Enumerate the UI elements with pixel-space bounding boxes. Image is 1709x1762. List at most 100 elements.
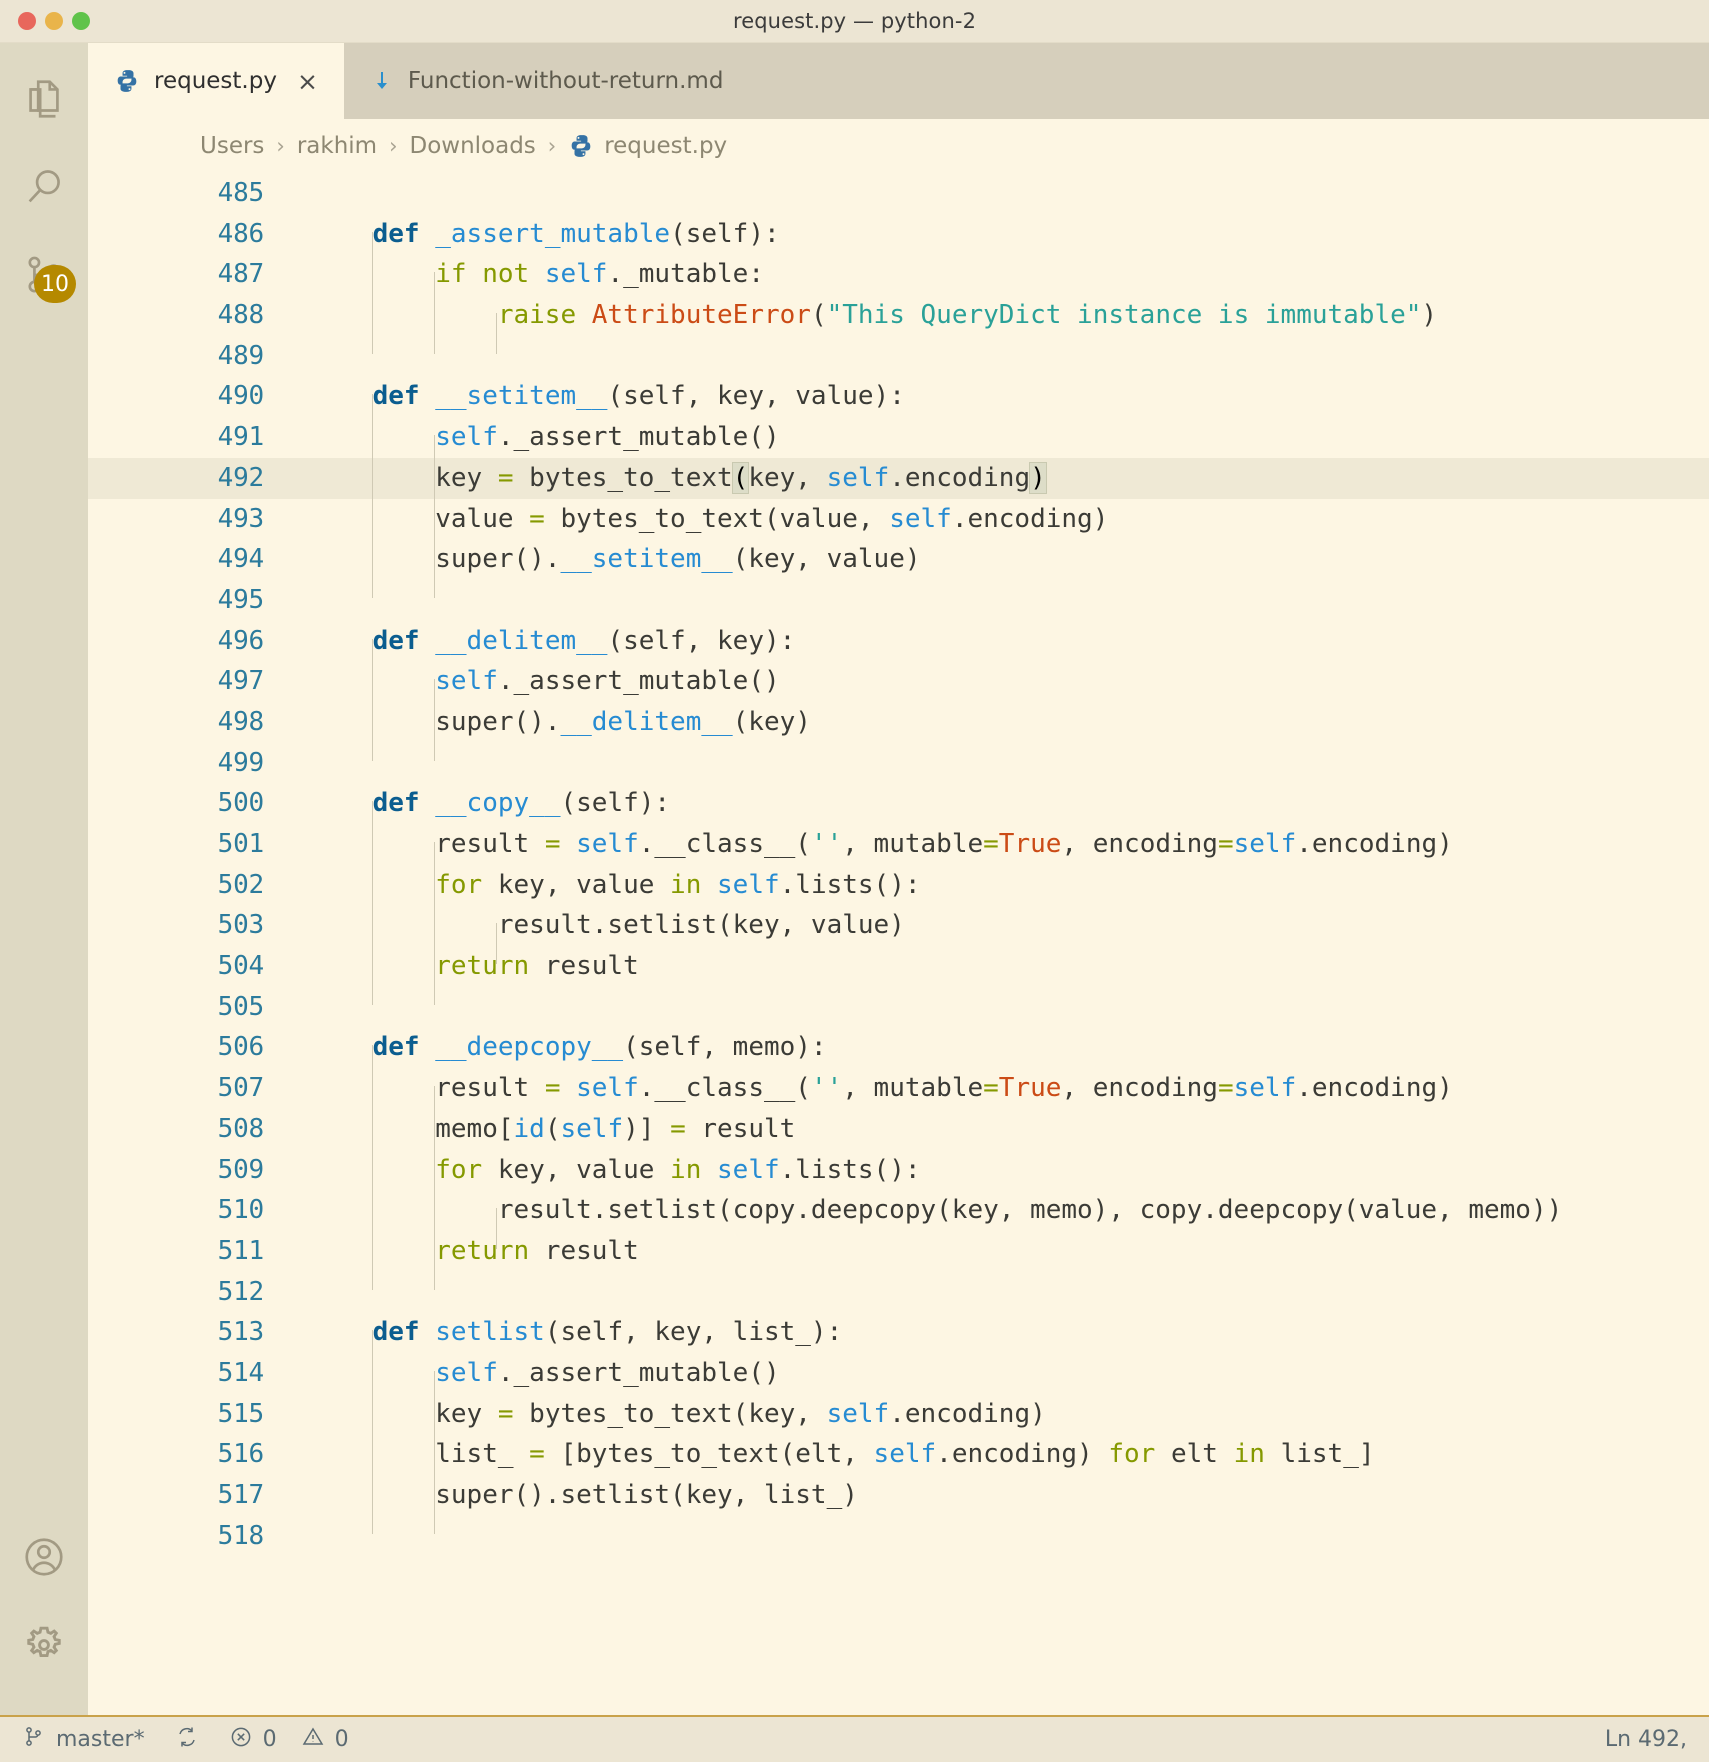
code-token: .encoding)	[1296, 1073, 1453, 1104]
line-number: 493	[217, 503, 265, 534]
code-line[interactable]: 504 return result	[88, 946, 1709, 1006]
code-line[interactable]: 510 result.setlist(copy.deepcopy(key, me…	[88, 1190, 1709, 1250]
code-token: key,	[748, 462, 827, 493]
code-token: self	[560, 1113, 624, 1144]
code-line[interactable]: 486 def _assert_mutable(self):	[88, 214, 1709, 273]
code-token: AttributeError	[591, 300, 811, 331]
line-number: 516	[217, 1439, 265, 1470]
activity-item-search[interactable]	[0, 143, 88, 231]
code-line[interactable]: 494 super().__setitem__(key, value)	[88, 539, 1709, 599]
line-number: 514	[217, 1357, 265, 1388]
code-line[interactable]: 516 list_ = [bytes_to_text(elt, self.enc…	[88, 1434, 1709, 1494]
code-line[interactable]: 499	[88, 743, 1709, 784]
code-line[interactable]: 502 for key, value in self.lists():	[88, 865, 1709, 924]
tab-request-py[interactable]: request.py ×	[88, 43, 344, 119]
code-token: )	[1421, 300, 1438, 331]
line-number: 510	[217, 1195, 265, 1226]
code-token: (key)	[732, 706, 811, 737]
code-token: list_]	[1264, 1439, 1375, 1470]
line-number: 504	[217, 951, 265, 982]
code-line[interactable]: 511 return result	[88, 1231, 1709, 1290]
window-controls	[18, 12, 90, 30]
code-line[interactable]: 498 super().__delitem__(key)	[88, 702, 1709, 761]
code-line[interactable]: 514 self._assert_mutable()	[88, 1353, 1709, 1412]
code-line[interactable]: 517 super().setlist(key, list_)	[88, 1475, 1709, 1534]
status-cursor-position[interactable]: Ln 492,	[1605, 1727, 1687, 1752]
title-bar: request.py — python-2	[0, 0, 1709, 43]
window-title: request.py — python-2	[732, 9, 977, 33]
code-token: super().	[435, 544, 561, 575]
code-token: bytes_to_text(key,	[513, 1398, 827, 1429]
code-line-content: result = self.__class__('', mutable=True…	[310, 824, 1709, 883]
code-line-content: value = bytes_to_text(value, self.encodi…	[310, 499, 1709, 558]
code-line[interactable]: 490 def __setitem__(self, key, value):	[88, 376, 1709, 436]
code-line[interactable]: 505	[88, 987, 1709, 1028]
code-token: self	[826, 1398, 890, 1429]
breadcrumb-item-downloads[interactable]: Downloads	[409, 133, 535, 159]
code-line[interactable]: 487 if not self._mutable:	[88, 254, 1709, 314]
code-token: id	[513, 1113, 545, 1144]
code-token: True	[998, 829, 1062, 859]
code-token: =	[497, 1398, 514, 1429]
code-line[interactable]: 518	[88, 1516, 1709, 1557]
files-icon	[21, 76, 67, 122]
code-line[interactable]: 501 result = self.__class__('', mutable=…	[88, 824, 1709, 883]
tab-function-without-return-md[interactable]: Function-without-return.md	[344, 43, 750, 119]
code-line[interactable]: 507 result = self.__class__('', mutable=…	[88, 1068, 1709, 1128]
code-line[interactable]: 492 key = bytes_to_text(key, self.encodi…	[88, 457, 1709, 517]
activity-item-explorer[interactable]	[0, 43, 88, 143]
code-token: super().setlist(key, list_)	[435, 1480, 858, 1510]
code-line[interactable]: 497 self._assert_mutable()	[88, 661, 1709, 721]
code-token: if	[435, 259, 467, 290]
maximize-button[interactable]	[72, 12, 90, 30]
activity-item-settings[interactable]	[0, 1601, 88, 1689]
code-line[interactable]: 508 memo[id(self)] = result	[88, 1109, 1709, 1168]
breadcrumb-item-users[interactable]: Users	[200, 133, 264, 159]
code-line[interactable]: 503 result.setlist(key, value)	[88, 905, 1709, 965]
code-token: result	[529, 951, 639, 982]
code-token: self	[435, 1357, 498, 1388]
activity-item-source-control[interactable]: 10	[0, 231, 88, 319]
code-line[interactable]: 493 value = bytes_to_text(value, self.en…	[88, 499, 1709, 558]
code-line[interactable]: 513 def setlist(self, key, list_):	[88, 1312, 1709, 1372]
code-line[interactable]: 491 self._assert_mutable()	[88, 417, 1709, 477]
code-token: __setitem__	[435, 381, 608, 412]
code-token: key, value	[482, 869, 671, 900]
code-line[interactable]: 485	[88, 173, 1709, 214]
status-problems[interactable]: 0 0	[229, 1725, 349, 1755]
close-button[interactable]	[18, 12, 36, 30]
code-token: .lists():	[779, 1154, 921, 1185]
line-number: 489	[217, 340, 265, 371]
activity-bar: 10	[0, 43, 88, 1715]
code-line[interactable]: 495	[88, 580, 1709, 621]
code-token: in	[1233, 1439, 1265, 1470]
line-number: 502	[217, 869, 265, 900]
code-token: self	[576, 1073, 639, 1104]
status-branch[interactable]: master*	[22, 1725, 145, 1755]
status-bar: master* 0 0 Ln 492,	[0, 1715, 1709, 1762]
line-number: 518	[217, 1520, 265, 1551]
code-line[interactable]: 500 def __copy__(self):	[88, 783, 1709, 843]
breadcrumb-item-file[interactable]: request.py	[568, 133, 727, 159]
code-token: __setitem__	[560, 544, 733, 575]
code-line[interactable]: 488 raise AttributeError("This QueryDict…	[88, 295, 1709, 355]
code-line[interactable]: 489	[88, 336, 1709, 377]
code-line[interactable]: 506 def __deepcopy__(self, memo):	[88, 1027, 1709, 1087]
line-number: 501	[217, 829, 265, 859]
code-line[interactable]: 509 for key, value in self.lists():	[88, 1150, 1709, 1209]
code-editor[interactable]: 485 486 def _assert_mutable(self): 487 if …	[88, 173, 1709, 1715]
code-line[interactable]: 512	[88, 1272, 1709, 1313]
minimize-button[interactable]	[45, 12, 63, 30]
code-token: list_	[435, 1439, 530, 1470]
status-sync[interactable]	[175, 1725, 199, 1755]
code-line[interactable]: 515 key = bytes_to_text(key, self.encodi…	[88, 1394, 1709, 1453]
source-control-badge: 10	[34, 265, 76, 303]
code-token: True	[998, 1073, 1062, 1104]
code-line[interactable]: 496 def __delitem__(self, key):	[88, 621, 1709, 680]
activity-item-accounts[interactable]	[0, 1513, 88, 1601]
close-icon[interactable]: ×	[297, 69, 318, 94]
breadcrumb-item-rakhim[interactable]: rakhim	[297, 133, 377, 159]
line-number: 509	[217, 1154, 265, 1185]
line-number: 500	[217, 788, 265, 819]
